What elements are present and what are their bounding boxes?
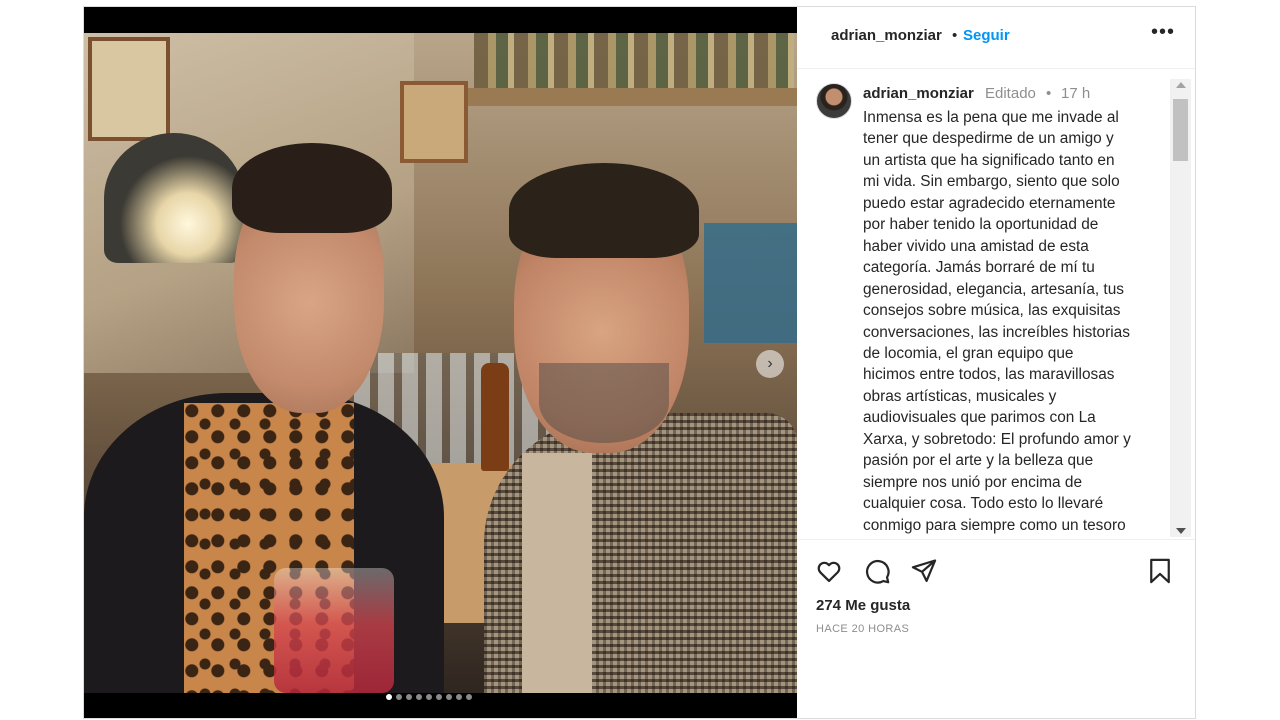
scroll-up-arrow-icon[interactable] — [1176, 82, 1186, 88]
photo-lamp — [104, 133, 244, 263]
avatar[interactable] — [816, 83, 852, 119]
photo-frame-left — [88, 37, 170, 141]
post-sidebar: adrian_monziar • Seguir ••• adrian_monzi… — [797, 7, 1195, 718]
carousel-dot — [456, 694, 462, 700]
edited-label: Editado — [985, 85, 1036, 102]
post-photo — [84, 33, 797, 693]
photo-person-right-shirt — [522, 453, 592, 693]
caption-line: audiovisuales que parimos con La — [863, 409, 1096, 427]
caption-line: puedo estar agradecido eternamente — [863, 194, 1116, 212]
header-separator: • — [952, 27, 958, 44]
post-time[interactable]: HACE 20 HORAS — [816, 623, 909, 635]
caption-line: generosidad, elegancia, artesanía, tus — [863, 280, 1124, 298]
carousel-dots — [386, 694, 472, 702]
scrollbar-thumb[interactable] — [1173, 99, 1188, 161]
caption-line: por haber tenido la oportunidad de — [863, 216, 1099, 234]
share-icon[interactable] — [910, 557, 938, 585]
caption-line: Inmensa es la pena que me invade al — [863, 109, 1119, 126]
carousel-dot — [436, 694, 442, 700]
post-header: adrian_monziar • Seguir ••• — [797, 7, 1195, 69]
photo-drink-glass — [274, 568, 394, 693]
caption-line: categoría. Jamás borraré de mí tu — [863, 259, 1095, 277]
carousel-dot — [386, 694, 392, 700]
post-actions: 274 Me gusta HACE 20 HORAS — [797, 539, 1195, 719]
instagram-post: › adrian_monziar • Seguir ••• adrian_mon… — [83, 6, 1196, 719]
caption-line: conversaciones, las increíbles historias — [863, 323, 1130, 341]
caption-username-link[interactable]: adrian_monziar — [863, 85, 974, 102]
caption-line: mi vida. Sin embargo, siento que solo — [863, 173, 1120, 191]
scroll-down-arrow-icon[interactable] — [1176, 528, 1186, 534]
carousel-dot — [466, 694, 472, 700]
caption-line: un artista que ha significado tanto en — [863, 151, 1115, 169]
more-icon[interactable]: ••• — [1151, 21, 1175, 44]
carousel-next-button[interactable]: › — [756, 350, 784, 378]
caption-line: conmigo para siempre como un tesoro — [863, 516, 1126, 534]
post-media[interactable]: › — [84, 7, 797, 718]
caption-line: siempre nos unió por encima de — [863, 473, 1083, 491]
caption-timestamp[interactable]: 17 h — [1061, 85, 1090, 102]
follow-button[interactable]: Seguir — [963, 27, 1010, 44]
comments-scrollbar[interactable] — [1170, 79, 1191, 537]
chevron-right-icon: › — [767, 355, 773, 372]
caption-text: Inmensa es la pena que me invade al tene… — [863, 107, 1163, 536]
caption-line: pasión por el arte y la belleza que — [863, 452, 1094, 470]
carousel-dot — [446, 694, 452, 700]
photo-person-right-hair — [509, 163, 699, 258]
photo-person-left-hair — [232, 143, 392, 233]
caption-line: cualquier cosa. Todo esto lo llevaré — [863, 495, 1104, 513]
photo-fridge — [704, 223, 797, 343]
photo-beer-bottle — [481, 363, 509, 471]
bookmark-icon[interactable] — [1146, 557, 1174, 585]
caption-line: hicimos entre todos, las maravillosas — [863, 366, 1115, 384]
heart-icon[interactable] — [815, 557, 843, 585]
caption-line: de locomia, el gran equipo que — [863, 344, 1074, 362]
carousel-dot — [406, 694, 412, 700]
photo-bottles — [474, 33, 794, 91]
header-username-link[interactable]: adrian_monziar — [831, 27, 942, 44]
caption-line: Xarxa, y sobretodo: El profundo amor y — [863, 430, 1131, 448]
photo-shelf — [464, 88, 797, 106]
caption-line: consejos sobre música, las exquisitas — [863, 302, 1121, 320]
comment-icon[interactable] — [863, 557, 891, 585]
caption-separator: • — [1046, 85, 1052, 102]
caption-line: tener que despedirme de un amigo y — [863, 130, 1114, 148]
comments-panel[interactable]: adrian_monziar Editado • 17 h Inmensa es… — [797, 69, 1195, 539]
photo-frame-center — [400, 81, 468, 163]
carousel-dot — [416, 694, 422, 700]
photo-person-right-beard — [539, 363, 669, 443]
carousel-dot — [426, 694, 432, 700]
likes-count[interactable]: 274 Me gusta — [816, 597, 910, 614]
caption-line: obras artísticas, musicales y — [863, 387, 1057, 405]
carousel-dot — [396, 694, 402, 700]
caption-line: haber vivido una amistad de esta — [863, 237, 1089, 255]
